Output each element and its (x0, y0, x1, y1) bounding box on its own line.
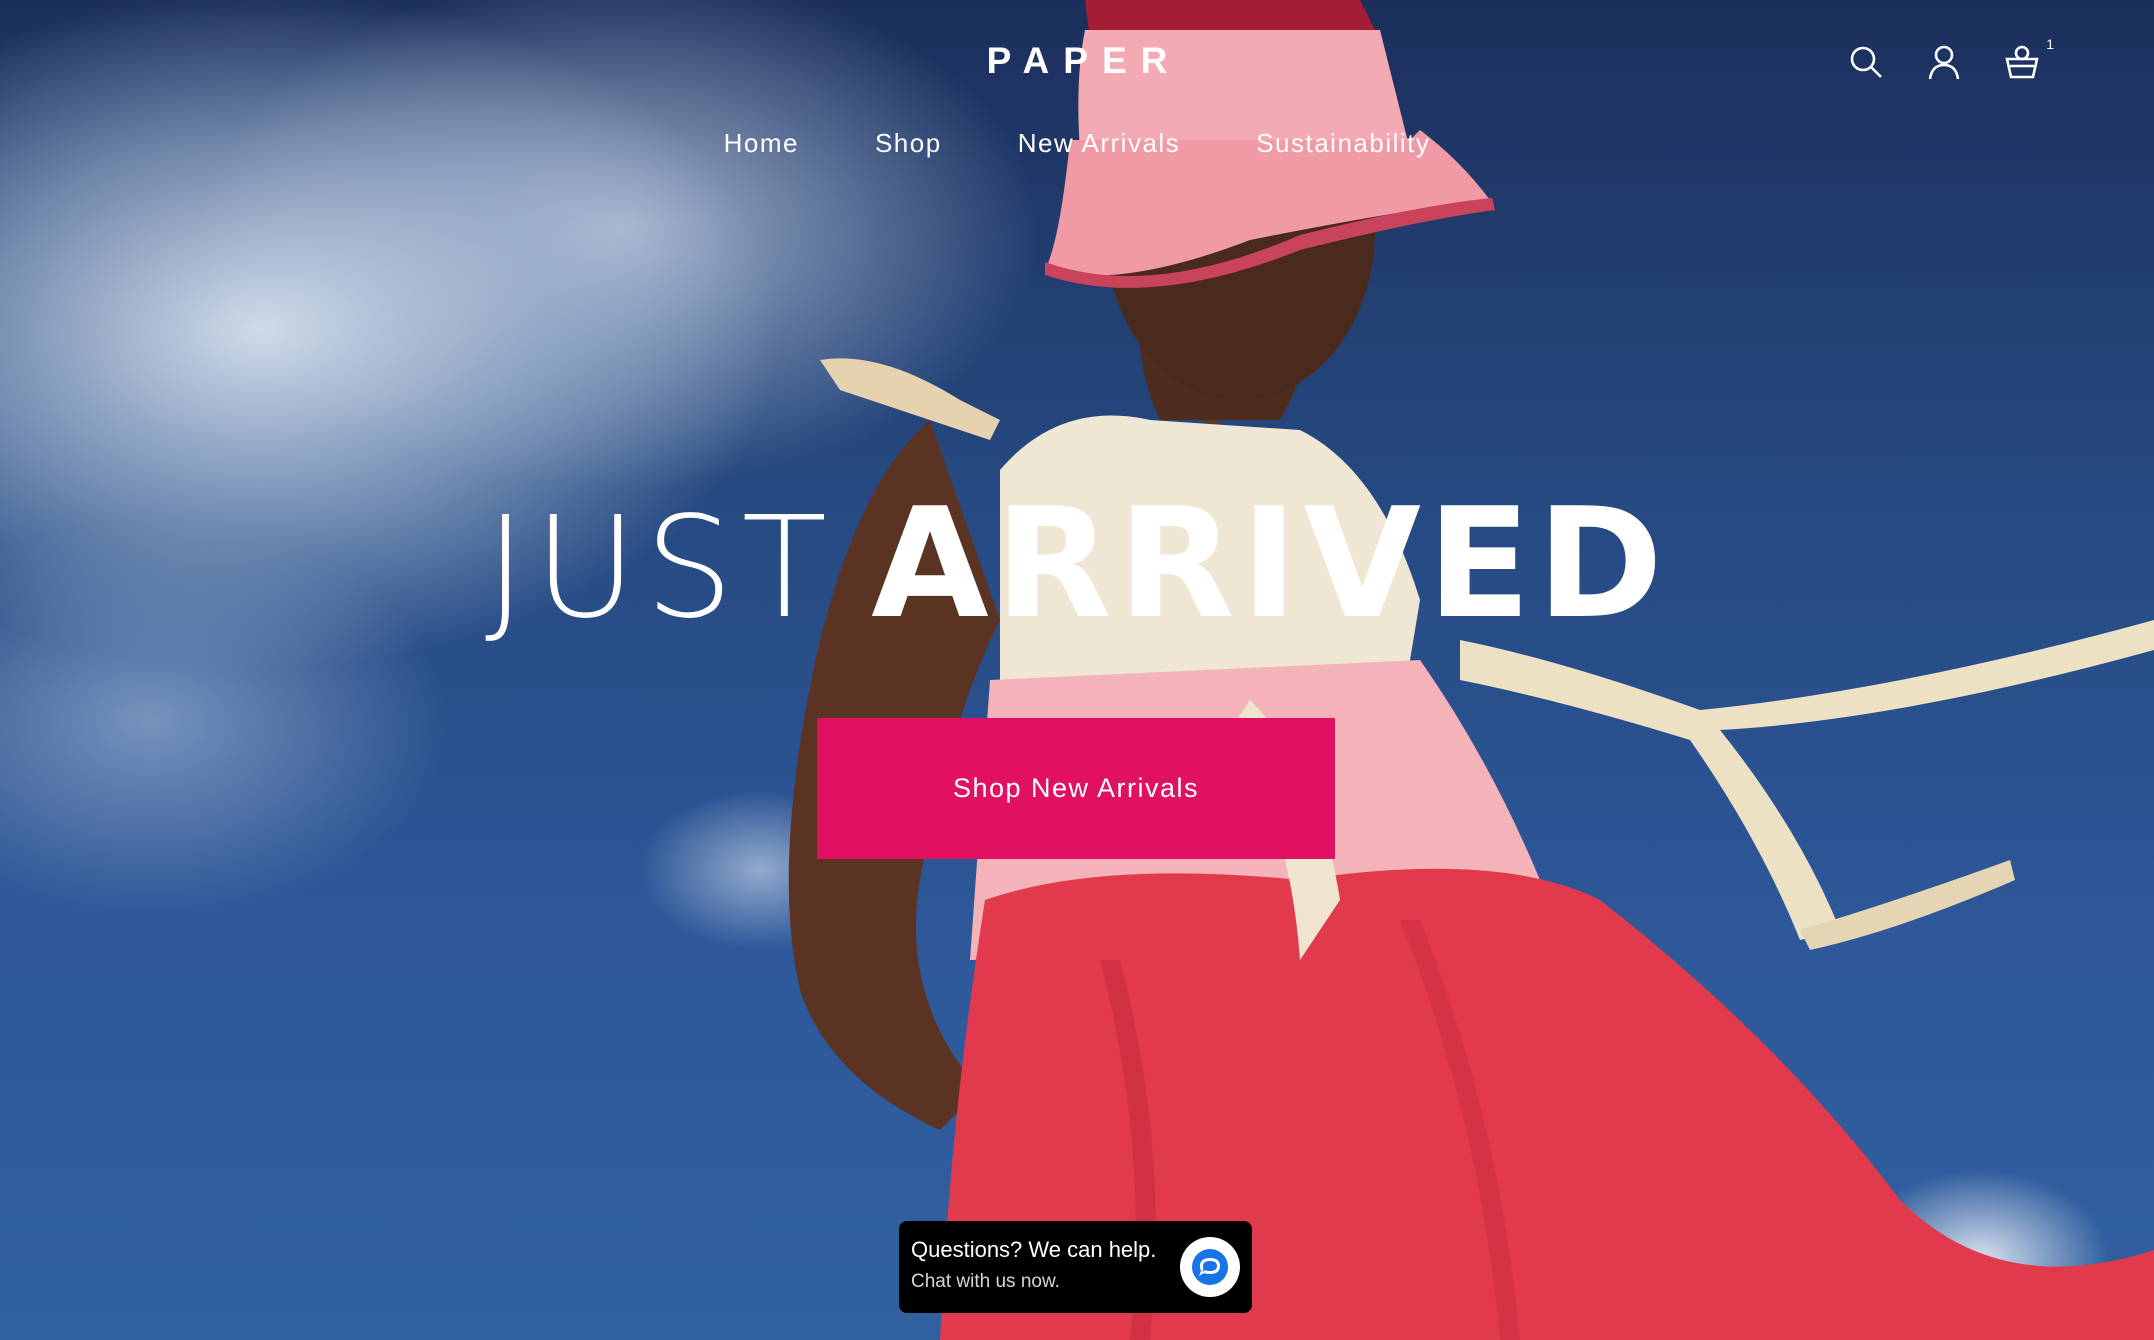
user-icon[interactable] (1926, 44, 1962, 80)
search-icon[interactable] (1848, 44, 1884, 80)
chat-bubble-icon[interactable] (1180, 1237, 1240, 1297)
chat-subtitle: Chat with us now. (911, 1271, 1060, 1292)
nav-item-new-arrivals[interactable]: New Arrivals (1018, 128, 1180, 159)
basket-icon[interactable]: 1 (2004, 36, 2054, 80)
hero-model-figure (788, 0, 2154, 1340)
nav-item-home[interactable]: Home (724, 128, 799, 159)
headline-light-word: JUST (484, 487, 836, 650)
main-nav: Home Shop New Arrivals Sustainability (0, 128, 2154, 159)
shop-new-arrivals-button[interactable]: Shop New Arrivals (817, 718, 1335, 859)
cart-count-badge: 1 (2046, 36, 2054, 52)
hero-background (0, 0, 2154, 1340)
hero-headline: JUST ARRIVED (0, 488, 2154, 640)
headline-bold-word: ARRIVED (871, 475, 1670, 652)
chat-title: Questions? We can help. (911, 1237, 1157, 1262)
header-icons: 1 (1848, 36, 2054, 80)
nav-item-shop[interactable]: Shop (875, 128, 942, 159)
brand-logo[interactable]: PAPER (0, 40, 2154, 82)
nav-item-sustainability[interactable]: Sustainability (1256, 128, 1430, 159)
chat-widget[interactable]: Questions? We can help. Chat with us now… (899, 1221, 1252, 1313)
